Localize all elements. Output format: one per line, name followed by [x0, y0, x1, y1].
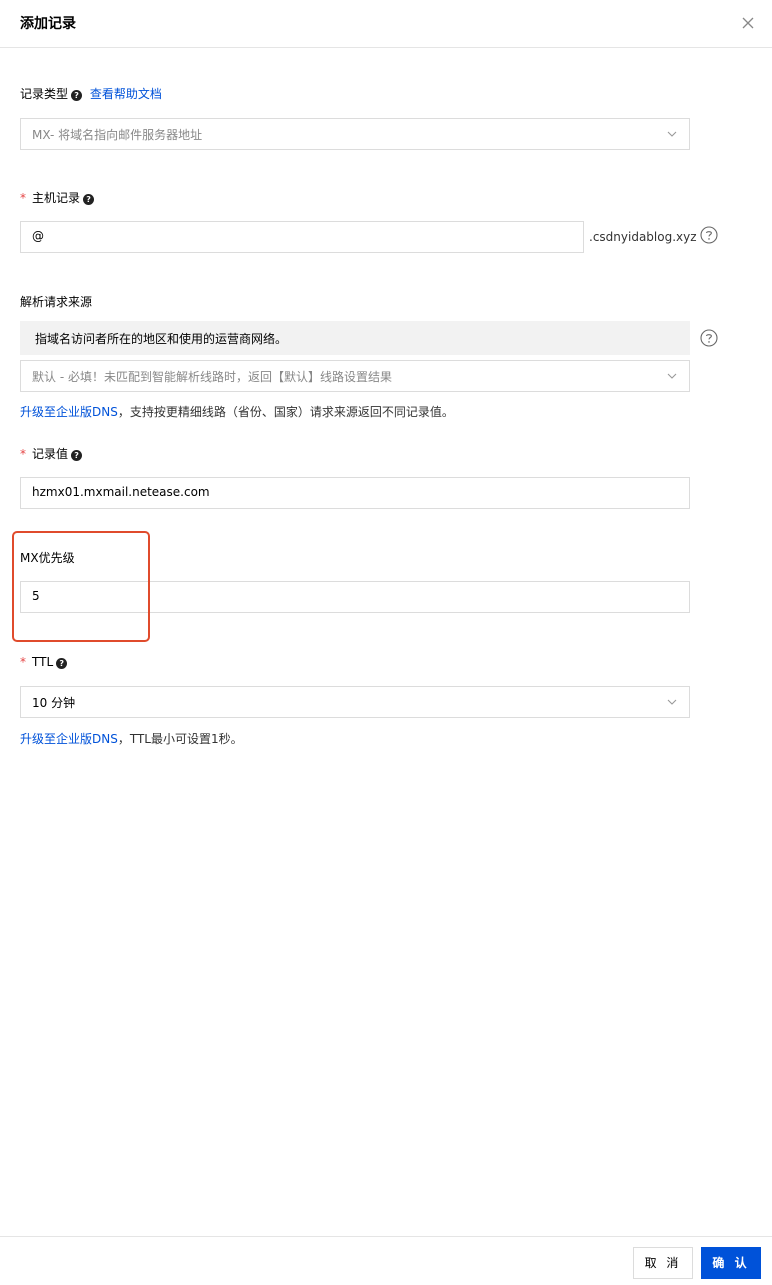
- required-mark: *: [20, 655, 26, 669]
- resolve-source-label: 解析请求来源: [20, 295, 93, 309]
- chevron-down-icon: [667, 699, 677, 705]
- required-mark: *: [20, 191, 26, 205]
- upgrade-dns-link[interactable]: 升级至企业版DNS: [20, 405, 118, 419]
- domain-suffix: .csdnyidablog.xyz: [589, 230, 697, 244]
- resolve-upgrade-note: 升级至企业版DNS，支持按更精细线路（省份、国家）请求来源返回不同记录值。: [20, 403, 454, 421]
- close-icon[interactable]: [740, 15, 756, 31]
- ttl-label-row: * TTL?: [20, 653, 68, 671]
- record-type-label: 记录类型: [20, 87, 69, 101]
- resolve-source-info-text: 指域名访问者所在的地区和使用的运营商网络。: [35, 332, 288, 346]
- resolve-upgrade-text: ，支持按更精细线路（省份、国家）请求来源返回不同记录值。: [117, 405, 454, 419]
- mx-priority-input[interactable]: 5: [20, 581, 690, 613]
- chevron-down-icon: [667, 131, 677, 137]
- mx-priority-label: MX优先级: [20, 551, 75, 565]
- mx-priority-input-value: 5: [32, 589, 40, 603]
- record-type-select[interactable]: MX- 将域名指向邮件服务器地址: [20, 118, 690, 150]
- question-circle-icon[interactable]: [700, 329, 718, 347]
- host-record-label-row: * 主机记录?: [20, 189, 95, 207]
- upgrade-dns-link[interactable]: 升级至企业版DNS: [20, 732, 118, 746]
- host-record-label: 主机记录: [32, 191, 81, 205]
- record-value-input-value: hzmx01.mxmail.netease.com: [32, 485, 210, 499]
- cancel-button[interactable]: 取 消: [633, 1247, 693, 1279]
- help-icon[interactable]: ?: [71, 450, 83, 461]
- help-icon[interactable]: ?: [71, 90, 83, 101]
- ttl-select[interactable]: 10 分钟: [20, 686, 690, 718]
- dialog-header: 添加记录: [0, 0, 772, 48]
- ttl-select-value: 10 分钟: [32, 696, 76, 710]
- question-circle-icon[interactable]: [700, 226, 718, 244]
- dialog-title: 添加记录: [20, 16, 76, 32]
- help-icon[interactable]: ?: [56, 658, 68, 669]
- record-type-select-value: MX- 将域名指向邮件服务器地址: [32, 128, 203, 142]
- chevron-down-icon: [667, 373, 677, 379]
- confirm-button[interactable]: 确 认: [701, 1247, 761, 1279]
- help-icon[interactable]: ?: [83, 194, 95, 205]
- required-mark: *: [20, 447, 26, 461]
- view-help-docs-link[interactable]: 查看帮助文档: [90, 87, 162, 101]
- record-value-label: 记录值: [32, 447, 69, 461]
- resolve-line-select-value: 默认 - 必填！未匹配到智能解析线路时，返回【默认】线路设置结果: [32, 370, 392, 384]
- resolve-source-info-box: 指域名访问者所在的地区和使用的运营商网络。: [20, 321, 690, 355]
- ttl-upgrade-text: ，TTL最小可设置1秒。: [117, 732, 243, 746]
- record-value-label-row: * 记录值?: [20, 445, 83, 463]
- ttl-label: TTL: [32, 655, 54, 669]
- record-type-label-row: 记录类型? 查看帮助文档: [20, 85, 162, 103]
- host-record-input-value: @: [32, 229, 44, 243]
- ttl-upgrade-note: 升级至企业版DNS，TTL最小可设置1秒。: [20, 730, 243, 748]
- resolve-line-select[interactable]: 默认 - 必填！未匹配到智能解析线路时，返回【默认】线路设置结果: [20, 360, 690, 392]
- record-value-input[interactable]: hzmx01.mxmail.netease.com: [20, 477, 690, 509]
- host-record-input[interactable]: @: [20, 221, 584, 253]
